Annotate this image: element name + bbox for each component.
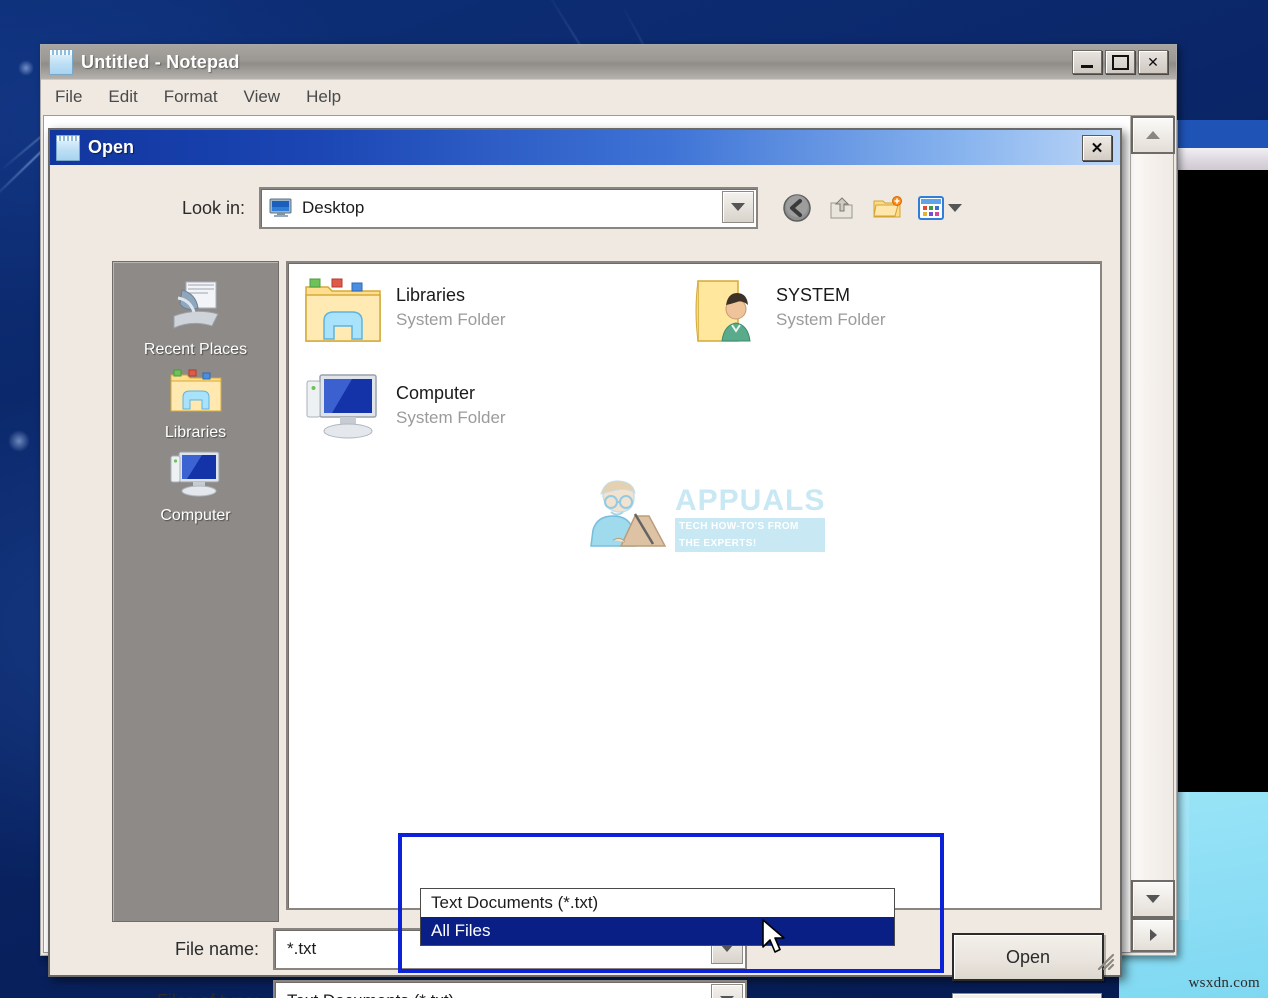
user-folder-icon (695, 280, 751, 342)
file-item-subtitle: System Folder (396, 408, 506, 427)
open-dialog-title: Open (88, 137, 135, 157)
notepad-menubar: File Edit Format View Help (41, 80, 1176, 114)
file-list-item[interactable]: SYSTEM System Folder (688, 273, 886, 349)
appuals-brand: APPUALS (675, 484, 826, 517)
menu-item-view[interactable]: View (244, 87, 281, 107)
close-button[interactable]: ✕ (1138, 50, 1168, 74)
place-label: Computer (160, 507, 231, 524)
file-item-name: SYSTEM (776, 285, 851, 305)
file-list-item[interactable]: Libraries System Folder (302, 273, 506, 349)
file-item-name: Libraries (396, 285, 466, 305)
file-name-label: File name: (174, 938, 259, 959)
file-item-name: Computer (396, 383, 476, 403)
background-window-titlebar (1176, 120, 1268, 148)
new-folder-icon[interactable] (872, 195, 902, 221)
files-of-type-dropdown-arrow[interactable] (711, 984, 743, 998)
views-grid-icon (918, 196, 944, 220)
maximize-button[interactable] (1105, 50, 1135, 74)
chevron-down-icon (731, 203, 745, 211)
notepad-icon (49, 49, 73, 75)
screen: wsxdn.com Untitled - Notepad ✕ File Edit… (0, 0, 1268, 998)
open-dialog-toolbar (782, 193, 962, 223)
file-item-subtitle: System Folder (776, 310, 886, 329)
computer-monitor-icon (170, 451, 219, 497)
chevron-up-icon (1146, 131, 1160, 139)
file-list[interactable]: Libraries System Folder SYSTEM System Fo… (286, 261, 1102, 910)
scroll-down-button[interactable] (1131, 880, 1175, 918)
open-dialog-titlebar[interactable]: Open ✕ (50, 130, 1120, 165)
file-name-value: *.txt (287, 939, 317, 958)
notepad-titlebar[interactable]: Untitled - Notepad ✕ (41, 45, 1176, 80)
appuals-tagline-line1: TECH HOW-TO'S FROM (675, 518, 826, 535)
views-button[interactable] (918, 196, 962, 220)
place-item-computer[interactable]: Computer (113, 448, 278, 525)
file-item-subtitle: System Folder (396, 310, 506, 329)
look-in-dropdown-arrow[interactable] (722, 191, 754, 223)
place-label: Libraries (164, 424, 227, 441)
notepad-icon (56, 134, 80, 161)
chevron-down-icon (1146, 895, 1160, 903)
up-folder-icon[interactable] (828, 194, 856, 222)
appuals-text: APPUALS TECH HOW-TO'S FROM THE EXPERTS! (675, 484, 826, 552)
file-item-texts: Libraries System Folder (396, 285, 506, 330)
notepad-vertical-scrollbar[interactable] (1130, 116, 1175, 952)
minimize-icon (1081, 64, 1093, 68)
cancel-button[interactable]: Cancel (952, 993, 1102, 998)
place-item-libraries[interactable]: Libraries (113, 365, 278, 442)
minimize-button[interactable] (1072, 50, 1102, 74)
file-item-texts: SYSTEM System Folder (776, 285, 886, 330)
file-list-item[interactable]: Computer System Folder (302, 371, 506, 443)
scroll-right-button[interactable] (1131, 918, 1175, 952)
place-label: Recent Places (143, 341, 248, 358)
open-dialog-main: Recent Places Libraries Computer Librari… (64, 261, 1106, 975)
computer-monitor-icon (306, 374, 377, 439)
resize-grip-icon[interactable] (1093, 949, 1115, 971)
appuals-tagline-line2: THE EXPERTS! (675, 535, 826, 552)
file-item-texts: Computer System Folder (396, 383, 506, 428)
open-button[interactable]: Open (952, 933, 1104, 981)
look-in-combobox[interactable]: Desktop (259, 187, 758, 229)
files-of-type-combobox[interactable]: Text Documents (*.txt) (273, 980, 747, 998)
notepad-window-controls: ✕ (1072, 50, 1172, 74)
close-icon: ✕ (1090, 139, 1104, 157)
files-of-type-value: Text Documents (*.txt) (287, 991, 454, 998)
dropdown-option-text-documents[interactable]: Text Documents (*.txt) (421, 889, 894, 917)
dropdown-option-all-files[interactable]: All Files (421, 917, 894, 945)
scroll-up-button[interactable] (1131, 116, 1175, 154)
chevron-right-icon (1149, 929, 1157, 941)
libraries-folder-icon (170, 369, 221, 412)
look-in-row: Look in: Desktop (50, 165, 1120, 247)
open-dialog-actions: Open Cancel (952, 933, 1104, 998)
back-arrow-icon[interactable] (782, 193, 812, 223)
menu-item-edit[interactable]: Edit (108, 87, 137, 107)
close-icon: ✕ (1147, 53, 1159, 70)
recent-places-icon (173, 281, 219, 329)
look-in-label: Look in: (181, 197, 245, 218)
open-dialog-body: Look in: Desktop Recent Places Libraries… (50, 165, 1120, 998)
background-window-content (1176, 170, 1268, 792)
site-watermark: wsxdn.com (1188, 975, 1260, 991)
chevron-down-icon (948, 204, 962, 212)
appuals-mascot-icon (590, 480, 667, 547)
desktop-monitor-icon (269, 198, 292, 217)
libraries-folder-icon (305, 278, 381, 342)
wallpaper-glow (8, 430, 30, 452)
notepad-title: Untitled - Notepad (81, 51, 240, 72)
mouse-cursor (762, 919, 785, 953)
look-in-value: Desktop (302, 198, 365, 217)
wallpaper-glow (18, 60, 34, 76)
places-bar: Recent Places Libraries Computer (112, 261, 279, 922)
open-dialog-close-button[interactable]: ✕ (1082, 134, 1112, 161)
files-of-type-dropdown-list[interactable]: Text Documents (*.txt) All Files (420, 888, 895, 946)
appuals-watermark: APPUALS TECH HOW-TO'S FROM THE EXPERTS! (583, 478, 826, 558)
menu-item-file[interactable]: File (55, 87, 82, 107)
place-item-recent-places[interactable]: Recent Places (113, 276, 278, 359)
menu-item-format[interactable]: Format (164, 87, 218, 107)
maximize-icon (1111, 54, 1129, 70)
background-window-toolbar (1176, 148, 1268, 170)
files-of-type-label: Files of type: (64, 991, 273, 998)
files-of-type-row: Files of type: Text Documents (*.txt) (64, 975, 1106, 998)
open-dialog: Open ✕ Look in: Desktop Recent Places Li… (48, 128, 1122, 998)
menu-item-help[interactable]: Help (306, 87, 341, 107)
